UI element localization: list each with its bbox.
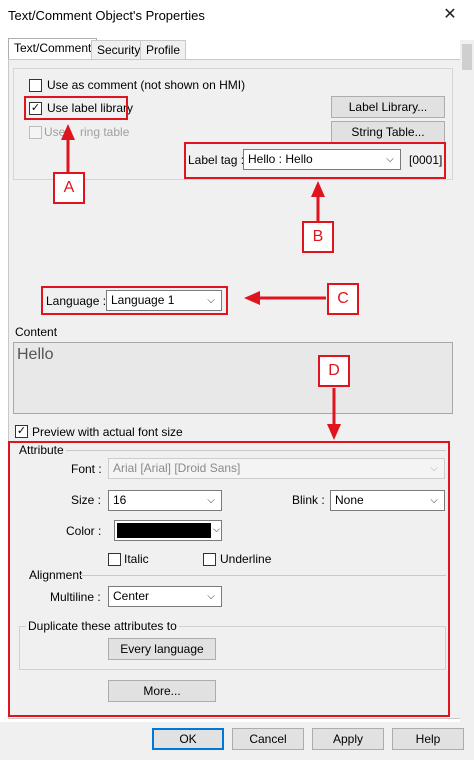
arrow-b-head <box>311 181 325 197</box>
annotation-arrows <box>61 124 341 440</box>
callout-d: D <box>318 355 350 387</box>
arrow-c-head <box>244 291 260 305</box>
callout-b: B <box>302 221 334 253</box>
arrow-d-head <box>327 424 341 440</box>
callout-a: A <box>53 172 85 204</box>
arrow-a-head <box>61 124 75 140</box>
callout-c: C <box>327 283 359 315</box>
